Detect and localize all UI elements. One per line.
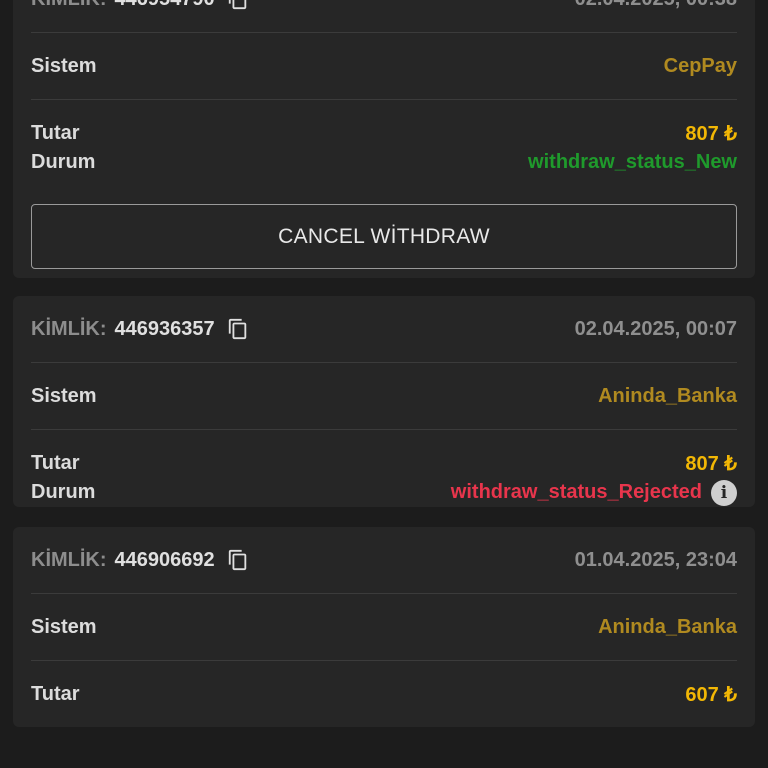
amount-label: Tutar: [31, 682, 80, 705]
transaction-id-group: KİMLİK: 446936357: [31, 317, 249, 341]
id-label: KİMLİK:: [31, 0, 107, 11]
status-value: withdraw_status_Rejected: [450, 481, 702, 503]
system-label: Sistem: [31, 54, 97, 77]
status-row: Durum withdraw_status_Rejected i: [31, 478, 737, 507]
status-group: withdraw_status_Rejected i: [450, 479, 737, 506]
id-label: KİMLİK:: [31, 317, 107, 340]
transaction-id: 446906692: [114, 548, 215, 571]
info-icon[interactable]: i: [711, 479, 737, 506]
system-row: Sistem Aninda_Banka: [31, 363, 737, 430]
amount-row: Tutar 607 ₺: [31, 661, 737, 727]
system-label: Sistem: [31, 615, 97, 638]
transaction-date: 02.04.2025, 00:38: [575, 0, 737, 11]
system-value: CepPay: [663, 54, 737, 77]
transaction-header: KİMLİK: 446954790 02.04.2025, 00:38: [31, 0, 737, 33]
copy-icon[interactable]: [227, 317, 249, 341]
system-value: Aninda_Banka: [598, 615, 737, 638]
id-label: KİMLİK:: [31, 548, 107, 571]
system-label: Sistem: [31, 384, 97, 407]
status-label: Durum: [31, 151, 96, 173]
transaction-header: KİMLİK: 446906692 01.04.2025, 23:04: [31, 527, 737, 594]
action-wrap: CANCEL WİTHDRAW: [31, 204, 737, 278]
transaction-header: KİMLİK: 446936357 02.04.2025, 00:07: [31, 296, 737, 363]
system-row: Sistem CepPay: [31, 33, 737, 100]
transaction-list: KİMLİK: 446954790 02.04.2025, 00:38 Sist…: [13, 0, 755, 745]
amount-value: 807 ₺: [685, 122, 737, 145]
cancel-withdraw-button[interactable]: CANCEL WİTHDRAW: [31, 204, 737, 269]
amount-value: 807 ₺: [685, 452, 737, 475]
status-label: Durum: [31, 481, 96, 503]
transaction-card: KİMLİK: 446906692 01.04.2025, 23:04 Sist…: [13, 527, 755, 727]
transaction-id-group: KİMLİK: 446906692: [31, 548, 249, 572]
transaction-id-group: KİMLİK: 446954790: [31, 0, 249, 11]
system-row: Sistem Aninda_Banka: [31, 594, 737, 661]
transaction-id: 446954790: [115, 0, 215, 11]
transaction-date: 01.04.2025, 23:04: [574, 548, 737, 571]
withdraw-history-screen: KİMLİK: 446954790 02.04.2025, 00:38 Sist…: [0, 0, 768, 768]
amount-label: Tutar: [31, 121, 80, 144]
transaction-card: KİMLİK: 446954790 02.04.2025, 00:38 Sist…: [13, 0, 755, 278]
system-value: Aninda_Banka: [598, 384, 737, 407]
transaction-id: 446936357: [114, 317, 215, 340]
transaction-card: KİMLİK: 446936357 02.04.2025, 00:07 Sist…: [13, 296, 755, 507]
amount-value: 607 ₺: [685, 683, 737, 706]
transaction-date: 02.04.2025, 00:07: [574, 317, 737, 340]
status-value: withdraw_status_New: [528, 151, 737, 173]
copy-icon[interactable]: [227, 0, 249, 11]
copy-icon[interactable]: [227, 548, 249, 572]
status-row: Durum withdraw_status_New: [31, 148, 737, 177]
amount-label: Tutar: [31, 451, 80, 474]
